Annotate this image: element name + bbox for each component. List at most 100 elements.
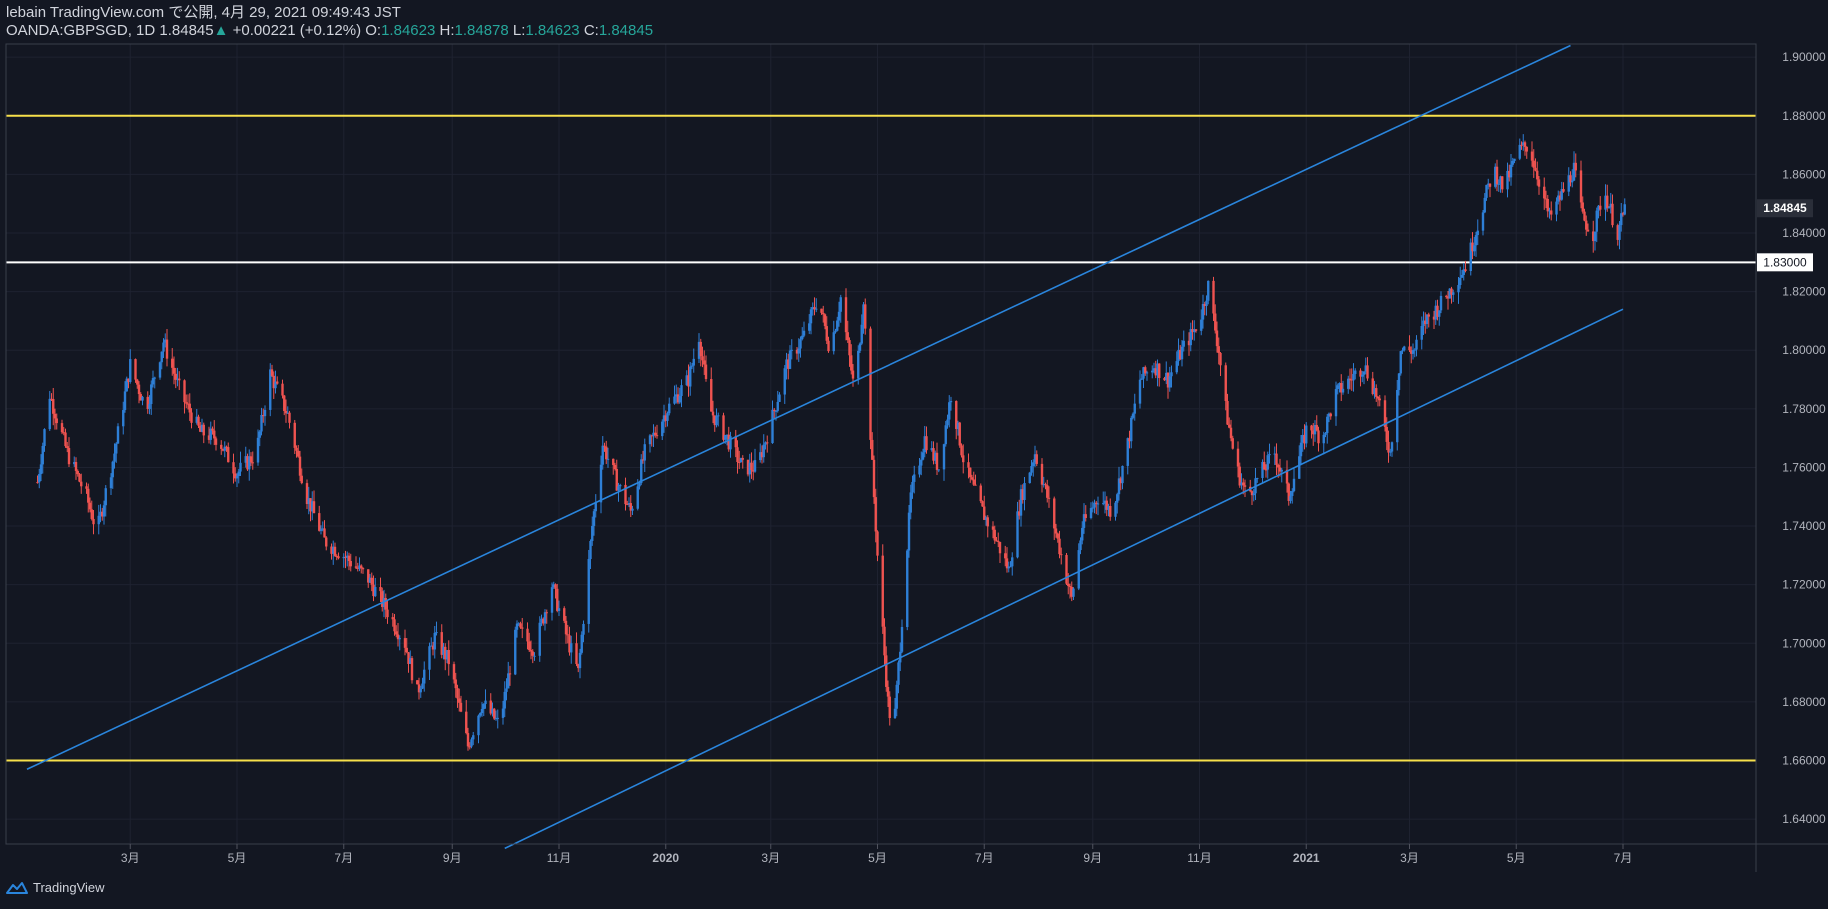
candle-body	[129, 359, 132, 383]
price-chart[interactable]: 1.90000 1.88000 1.86000 1.84000 1.82000 1.800…	[0, 0, 1828, 909]
candle-body	[1537, 179, 1541, 187]
candle-body	[501, 708, 505, 718]
candle-body	[1550, 210, 1553, 215]
candle-body	[185, 402, 188, 404]
time-axis[interactable]: 3月 5月 7月 9月 11月 2020 3月 5月 7月 9月 11月 2021 3月 5月 7月	[121, 844, 1632, 865]
candle-body	[1585, 220, 1588, 230]
candle-body	[1511, 160, 1514, 165]
candle-body	[433, 632, 436, 650]
tradingview-brand[interactable]: TradingView	[6, 880, 105, 895]
candle-body	[354, 566, 358, 568]
candle-body	[538, 622, 541, 656]
candle-body	[1523, 142, 1527, 147]
candle-body	[90, 509, 93, 519]
candle-body	[347, 555, 351, 561]
candle-body	[1109, 505, 1112, 517]
y-tick-label: 1.64000	[1782, 812, 1826, 826]
candle-body	[435, 632, 438, 634]
candle-body	[136, 379, 139, 385]
candle-body	[188, 403, 191, 413]
candle-body	[1427, 314, 1430, 317]
candle-body	[1599, 205, 1602, 210]
trend-line[interactable]	[26, 44, 1571, 770]
candle-body	[774, 410, 778, 412]
candle-body	[612, 458, 615, 465]
candle-body	[661, 421, 664, 437]
candle-body	[925, 436, 928, 451]
candle-body	[1168, 376, 1171, 388]
y-tick-label: 1.72000	[1782, 578, 1826, 592]
candle-body	[141, 396, 144, 401]
candle-body	[1546, 198, 1549, 212]
candle-body	[1009, 566, 1012, 568]
candle-body	[1459, 277, 1462, 286]
candle-body	[1089, 508, 1093, 518]
candle-body	[962, 455, 965, 463]
candle-body	[1520, 144, 1523, 146]
candle-body	[113, 453, 116, 462]
price-axis[interactable]: 1.90000 1.88000 1.86000 1.84000 1.82000 1.800…	[1782, 50, 1826, 826]
candle-body	[1361, 374, 1364, 377]
candle-body	[704, 364, 708, 380]
candle-body	[1581, 202, 1584, 212]
candle-body	[66, 446, 69, 448]
candle-body	[776, 401, 779, 411]
candle-body	[797, 348, 800, 354]
candle-body	[323, 528, 326, 538]
candle-body	[753, 460, 757, 472]
candle-body	[190, 412, 193, 423]
candle-body	[1252, 493, 1255, 496]
candle-body	[860, 324, 863, 344]
candle-body	[1315, 425, 1318, 431]
candle-body	[773, 409, 776, 412]
candle-body	[300, 475, 303, 484]
candle-body	[158, 362, 162, 378]
candle-body	[1464, 269, 1467, 272]
candle-body	[545, 612, 548, 614]
candle-body	[533, 655, 536, 657]
candle-body	[1574, 162, 1577, 171]
candle-body	[690, 365, 694, 367]
candle-body	[839, 297, 842, 312]
plot-border	[5, 43, 1757, 845]
candle-body	[391, 617, 394, 620]
candle-body	[1205, 300, 1208, 307]
candle-body	[881, 555, 884, 627]
candle-body	[1226, 401, 1229, 425]
candle-body	[197, 416, 200, 426]
candle-body	[825, 326, 828, 341]
candle-body	[1399, 351, 1402, 374]
y-tick-label: 1.84000	[1782, 226, 1826, 240]
x-tick-label: 7月	[334, 851, 353, 865]
candle-body	[958, 422, 961, 446]
candle-body	[178, 378, 181, 381]
candle-body	[403, 638, 407, 648]
x-tick-label: 3月	[761, 851, 780, 865]
candle-body	[447, 650, 450, 665]
candle-body	[790, 349, 793, 351]
candle-body	[750, 462, 753, 471]
candle-body	[64, 432, 67, 447]
candle-body	[1334, 389, 1338, 417]
candle-body	[1375, 388, 1378, 397]
candle-body	[1200, 319, 1203, 331]
candle-body	[715, 415, 718, 426]
candle-body	[1236, 448, 1240, 467]
trend-lines[interactable]	[26, 44, 1624, 850]
candle-body	[1219, 352, 1222, 366]
candle-body	[1133, 403, 1136, 414]
candle-body	[1056, 533, 1059, 539]
candle-body	[1485, 184, 1488, 198]
y-tick-label: 1.82000	[1782, 285, 1826, 299]
candle-body	[1081, 527, 1084, 541]
candle-body	[325, 537, 328, 547]
candle-body	[1488, 183, 1492, 187]
candle-body	[465, 711, 468, 734]
candle-body	[237, 471, 240, 477]
candle-body	[711, 411, 715, 416]
candle-body	[38, 474, 41, 483]
candle-body	[263, 409, 267, 417]
candle-body	[111, 461, 114, 478]
trend-line[interactable]	[504, 308, 1624, 850]
candle-body	[333, 546, 337, 556]
